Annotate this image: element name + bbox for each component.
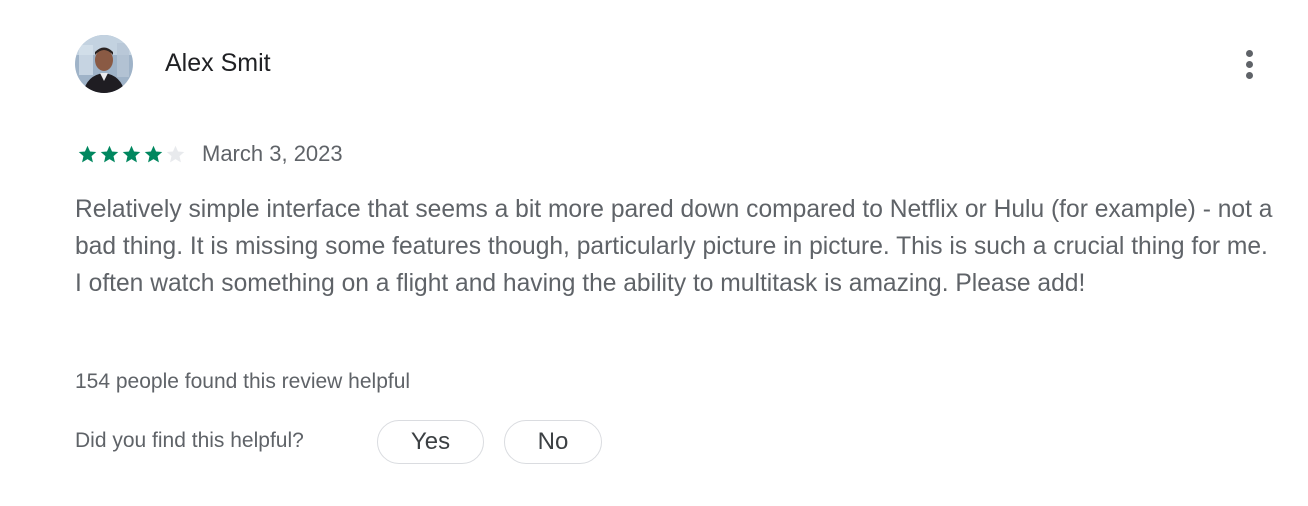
review-date: March 3, 2023 xyxy=(202,141,343,166)
star-filled-icon xyxy=(144,145,163,162)
star-filled-icon xyxy=(122,145,141,162)
more-vert-icon-dot xyxy=(1245,60,1253,68)
helpful-no-button[interactable]: No xyxy=(504,420,602,464)
star-rating xyxy=(77,144,186,165)
star-filled-icon xyxy=(78,145,97,162)
more-vert-icon-dot xyxy=(1245,71,1253,79)
helpful-count: 154 people found this review helpful xyxy=(75,370,411,393)
star-empty-icon xyxy=(166,145,185,162)
more-vert-icon xyxy=(1245,49,1253,57)
author-name: Alex Smit xyxy=(165,49,271,77)
avatar-photo xyxy=(75,35,133,93)
helpful-question: Did you find this helpful? xyxy=(75,429,304,452)
avatar[interactable] xyxy=(75,35,133,93)
review-text: Relatively simple interface that seems a… xyxy=(75,196,1273,297)
more-options-button[interactable] xyxy=(1236,44,1262,84)
star-filled-icon xyxy=(100,145,119,162)
review-card: Alex Smit March 3, 2023 Relatively simpl… xyxy=(0,0,1308,506)
rating-row: March 3, 2023 xyxy=(77,140,343,168)
helpful-yes-button[interactable]: Yes xyxy=(377,420,484,464)
